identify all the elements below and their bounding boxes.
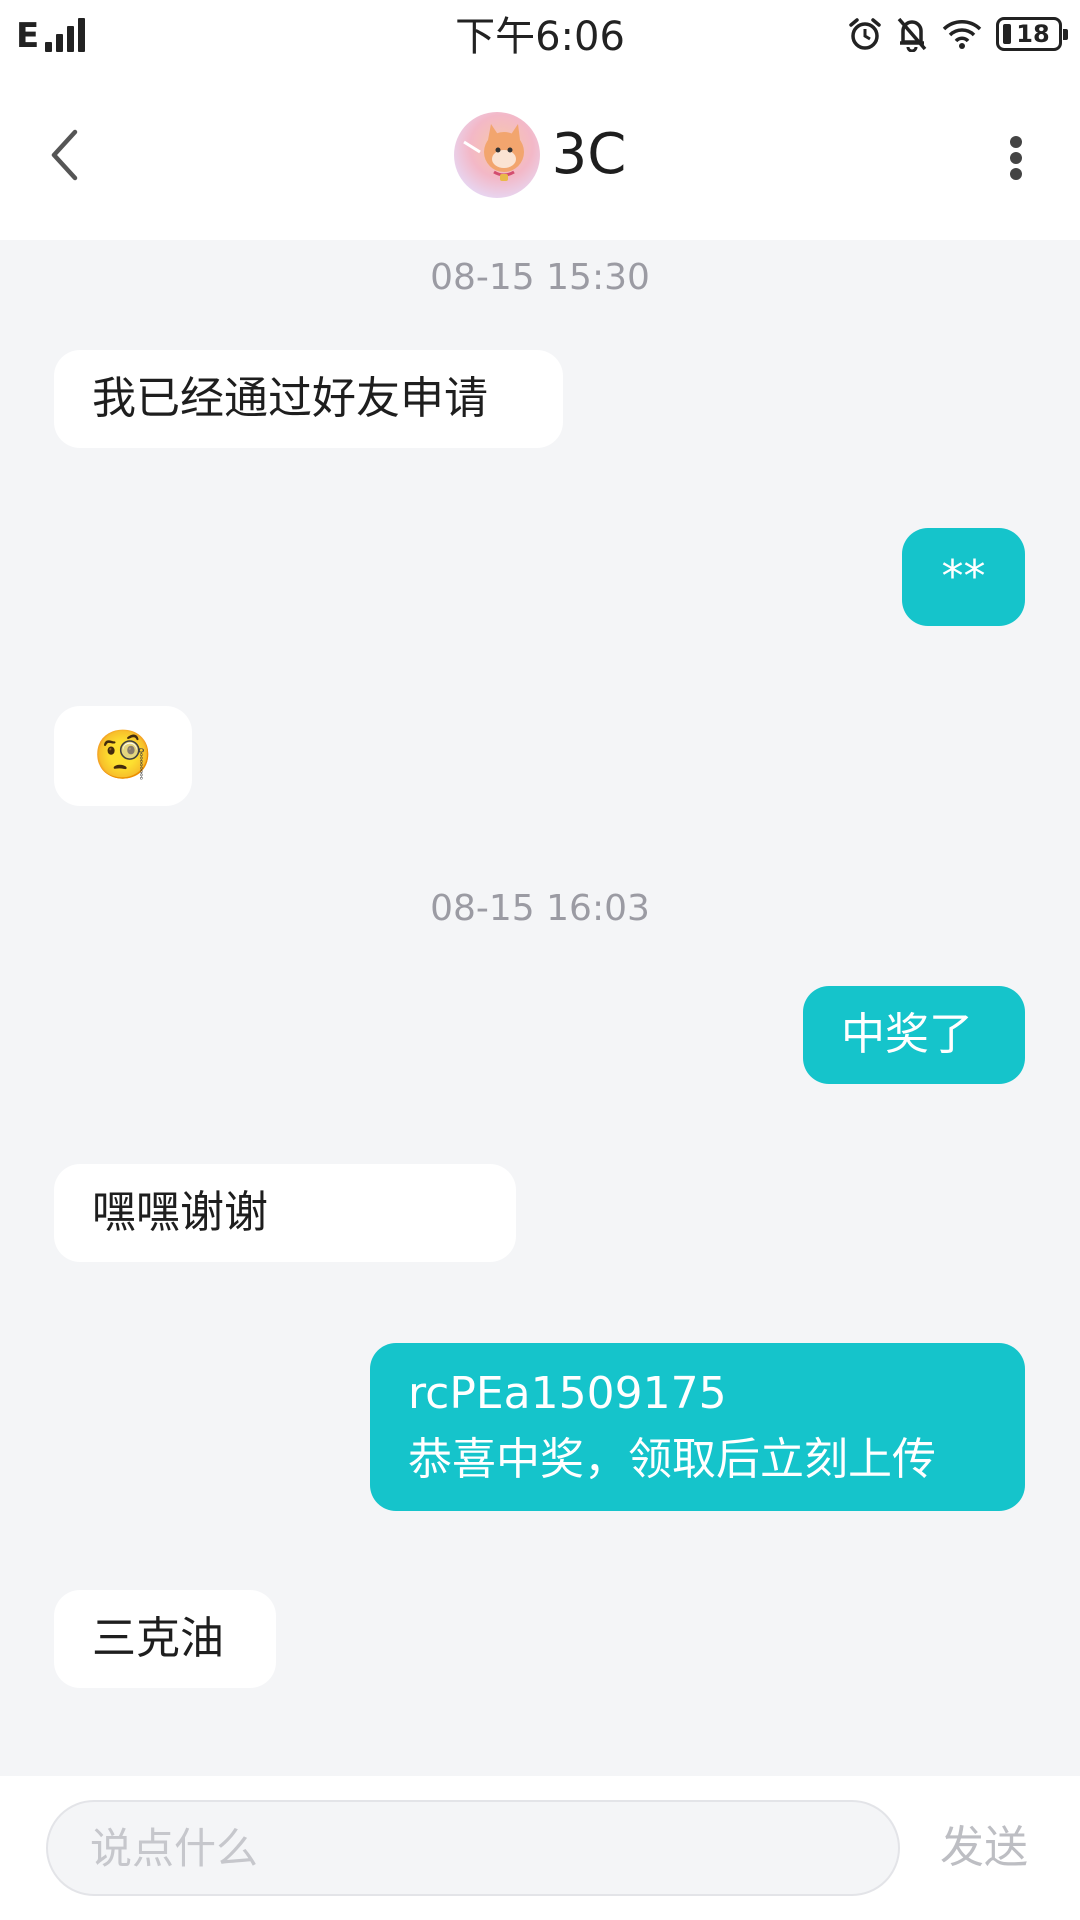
- incoming-message[interactable]: 🧐: [54, 706, 192, 806]
- incoming-message[interactable]: 三克油: [54, 1590, 276, 1688]
- message-timestamp: 08-15 16:03: [430, 888, 650, 929]
- outgoing-message[interactable]: **: [902, 528, 1025, 626]
- message-line: rcPEa1509175: [408, 1368, 727, 1419]
- alarm-icon: [849, 18, 881, 50]
- avatar[interactable]: [453, 112, 540, 198]
- incoming-message[interactable]: 我已经通过好友申请: [54, 350, 563, 448]
- message-line: 恭喜中奖，领取后立刻上传: [408, 1434, 936, 1485]
- wifi-icon: [942, 20, 982, 49]
- battery-icon: 18: [996, 17, 1068, 51]
- outgoing-message[interactable]: rcPEa1509175 恭喜中奖，领取后立刻上传: [370, 1343, 1025, 1511]
- more-options-button[interactable]: [996, 128, 1036, 188]
- status-bar: E 下午6:06 18: [0, 0, 1080, 76]
- chat-header: 3C: [0, 76, 1080, 240]
- message-list[interactable]: 08-15 15:30 我已经通过好友申请 ** 🧐 08-15 16:03 中…: [0, 240, 1080, 1776]
- outgoing-message[interactable]: 中奖了: [803, 986, 1025, 1084]
- incoming-message[interactable]: 嘿嘿谢谢: [54, 1164, 516, 1262]
- chat-title: 3C: [551, 122, 627, 187]
- avatar-cat-image: [462, 124, 524, 181]
- message-composer: 发送: [0, 1776, 1080, 1920]
- battery-level: 18: [1016, 20, 1050, 48]
- send-button[interactable]: 发送: [940, 1816, 1028, 1880]
- message-timestamp: 08-15 15:30: [430, 257, 650, 298]
- bell-off-icon: [897, 17, 927, 52]
- emoji-monocle-icon: 🧐: [93, 727, 153, 783]
- chat-title-group[interactable]: 3C: [0, 112, 1080, 198]
- more-vertical-icon: [1010, 136, 1022, 148]
- status-icons: 18: [848, 16, 1068, 52]
- message-input[interactable]: [46, 1800, 900, 1896]
- chat-screen: E 下午6:06 18 3C 08-15 15:30 我已经通过好友申请 ** …: [0, 0, 1080, 1920]
